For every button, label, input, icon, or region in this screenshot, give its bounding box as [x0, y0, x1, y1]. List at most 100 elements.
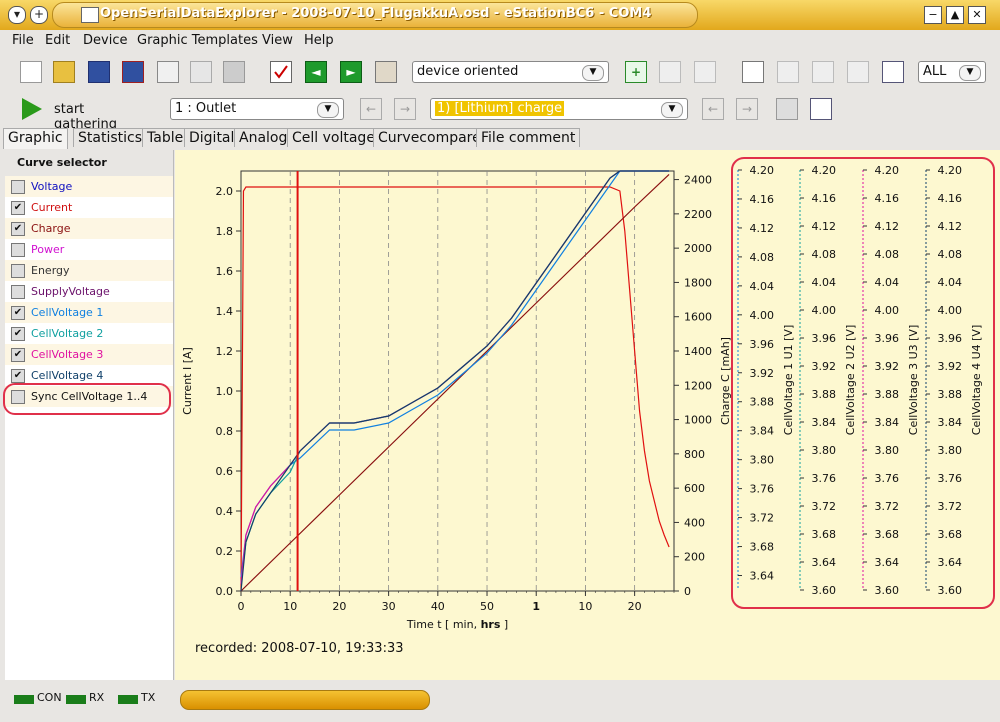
trash-icon[interactable] — [776, 98, 798, 120]
sync-highlight — [3, 383, 171, 415]
tab-statistics[interactable]: Statistics — [73, 128, 147, 147]
curve-checkbox[interactable]: ✔ — [11, 348, 25, 362]
curve-item[interactable]: ✔ CellVoltage 3 — [5, 344, 173, 365]
cut-right-icon[interactable] — [847, 61, 869, 83]
x-axis-label-part: hrs — [481, 618, 501, 631]
curve-item[interactable]: ✔ Current — [5, 197, 173, 218]
print-icon[interactable] — [223, 61, 245, 83]
right-tick-label: 600 — [684, 482, 705, 495]
new-file-icon[interactable] — [20, 61, 42, 83]
add-icon[interactable]: + — [625, 61, 647, 83]
left-tick-label: 2.0 — [216, 185, 234, 198]
progress-bar — [180, 690, 430, 710]
cell-tick-label: 3.64 — [812, 556, 837, 569]
chart-svg[interactable]: 0 10 20 30 40 50 1 10 20 Time t [ min, hrs ] 0.0 0.… — [175, 150, 1000, 680]
cell-tick-label: 3.84 — [812, 416, 837, 429]
right-tick-label: 1000 — [684, 414, 712, 427]
outlet-prev-icon[interactable]: ← — [360, 98, 382, 120]
save-icon[interactable] — [88, 61, 110, 83]
curve-checkbox[interactable]: ✔ — [11, 327, 25, 341]
checklist-icon[interactable] — [270, 61, 292, 83]
x-axis-label: Time t [ min, hrs ] — [406, 618, 508, 631]
curve-checkbox[interactable]: ✔ — [11, 369, 25, 383]
right-tick-label: 1600 — [684, 311, 712, 324]
cell-axis-label: CellVoltage 3 U3 [V] — [907, 325, 920, 435]
curve-item[interactable]: SupplyVoltage — [5, 281, 173, 302]
x-axis-label-part: Time t [ min, — [406, 618, 481, 631]
window-title: OpenSerialDataExplorer - 2008-07-10_Flug… — [100, 6, 652, 21]
zoom-icon[interactable] — [742, 61, 764, 83]
pin-button[interactable]: + — [30, 6, 48, 24]
curve-item[interactable]: ✔ CellVoltage 1 — [5, 302, 173, 323]
curve-checkbox[interactable]: ✔ — [11, 222, 25, 236]
filter-combo[interactable]: ALL ▼ — [918, 61, 986, 83]
title-bar: ▾ + OpenSerialDataExplorer - 2008-07-10_… — [0, 0, 1000, 31]
edit-record-icon[interactable] — [810, 98, 832, 120]
curve-item[interactable]: Voltage — [5, 176, 173, 197]
layout-combo[interactable]: device oriented ▼ — [412, 61, 609, 83]
curve-checkbox[interactable] — [11, 180, 25, 194]
cell-tick-label: 4.08 — [750, 251, 775, 264]
cell-tick-label: 4.16 — [875, 192, 900, 205]
x-tick-label: 10 — [578, 600, 592, 613]
curve-checkbox[interactable]: ✔ — [11, 306, 25, 320]
menu-edit[interactable]: Edit — [45, 33, 70, 48]
menu-file[interactable]: File — [12, 33, 34, 48]
outlet-next-icon[interactable]: → — [394, 98, 416, 120]
cell-tick-label: 4.20 — [875, 164, 900, 177]
menu-device[interactable]: Device — [83, 33, 127, 48]
device-icon[interactable] — [375, 61, 397, 83]
open-folder-icon[interactable] — [53, 61, 75, 83]
start-gathering-button[interactable]: start gathering — [18, 96, 148, 132]
graphic-panel: 0 10 20 30 40 50 1 10 20 Time t [ min, hrs ] 0.0 0.… — [175, 150, 1000, 680]
right-tick-label: 400 — [684, 516, 705, 529]
copy-icon[interactable] — [190, 61, 212, 83]
edit-icon[interactable] — [694, 61, 716, 83]
record-prev-icon[interactable]: ← — [702, 98, 724, 120]
tab-graphic[interactable]: Graphic — [3, 128, 68, 149]
outlet-combo[interactable]: 1 : Outlet ▼ — [170, 98, 344, 120]
tab-curvecompare[interactable]: Curvecompare — [373, 128, 486, 147]
curve-item[interactable]: ✔ CellVoltage 2 — [5, 323, 173, 344]
menu-help[interactable]: Help — [304, 33, 334, 48]
minimize-button[interactable]: − — [924, 6, 942, 24]
curve-item[interactable]: ✔ Charge — [5, 218, 173, 239]
record-next-icon[interactable]: → — [736, 98, 758, 120]
pan-icon[interactable] — [777, 61, 799, 83]
device-settings-icon[interactable] — [157, 61, 179, 83]
curve-item[interactable]: Power — [5, 239, 173, 260]
menu-view[interactable]: View — [262, 33, 293, 48]
tab-digital[interactable]: Digital — [184, 128, 240, 147]
next-icon[interactable]: ► — [340, 61, 362, 83]
layout-combo-value: device oriented — [417, 64, 519, 79]
curve-checkbox[interactable] — [11, 243, 25, 257]
curve-checkbox[interactable] — [11, 264, 25, 278]
gathering-toolbar: start gathering 1 : Outlet ▼ ← → 1) [Lit… — [0, 92, 1000, 132]
left-tick-label: 1.2 — [216, 345, 234, 358]
cell-tick-label: 3.72 — [750, 512, 775, 525]
tab-file-comment[interactable]: File comment — [476, 128, 581, 147]
previous-icon[interactable]: ◄ — [305, 61, 327, 83]
right-tick-label: 2000 — [684, 242, 712, 255]
close-button[interactable]: ✕ — [968, 6, 986, 24]
cell-tick-label: 3.88 — [750, 396, 775, 409]
tab-table[interactable]: Table — [142, 128, 189, 147]
cell-tick-label: 3.84 — [875, 416, 900, 429]
curve-checkbox[interactable] — [11, 285, 25, 299]
tab-analog[interactable]: Analog — [234, 128, 293, 147]
cut-left-icon[interactable] — [812, 61, 834, 83]
export-icon[interactable] — [659, 61, 681, 83]
tab-cell-voltage[interactable]: Cell voltage — [287, 128, 380, 147]
curve-checkbox[interactable]: ✔ — [11, 201, 25, 215]
record-combo[interactable]: 1) [Lithium] charge ▼ — [430, 98, 688, 120]
fit-icon[interactable] — [882, 61, 904, 83]
save-as-icon[interactable] — [122, 61, 144, 83]
curve-item[interactable]: Energy — [5, 260, 173, 281]
window-menu-button[interactable]: ▾ — [8, 6, 26, 24]
x-tick-label: 50 — [480, 600, 494, 613]
maximize-button[interactable]: ▲ — [946, 6, 964, 24]
cell-tick-label: 4.16 — [812, 192, 837, 205]
left-axis-label: Current I [A] — [181, 347, 194, 415]
cell-tick-label: 3.68 — [812, 528, 837, 541]
menu-graphic-templates[interactable]: Graphic Templates — [137, 33, 258, 48]
